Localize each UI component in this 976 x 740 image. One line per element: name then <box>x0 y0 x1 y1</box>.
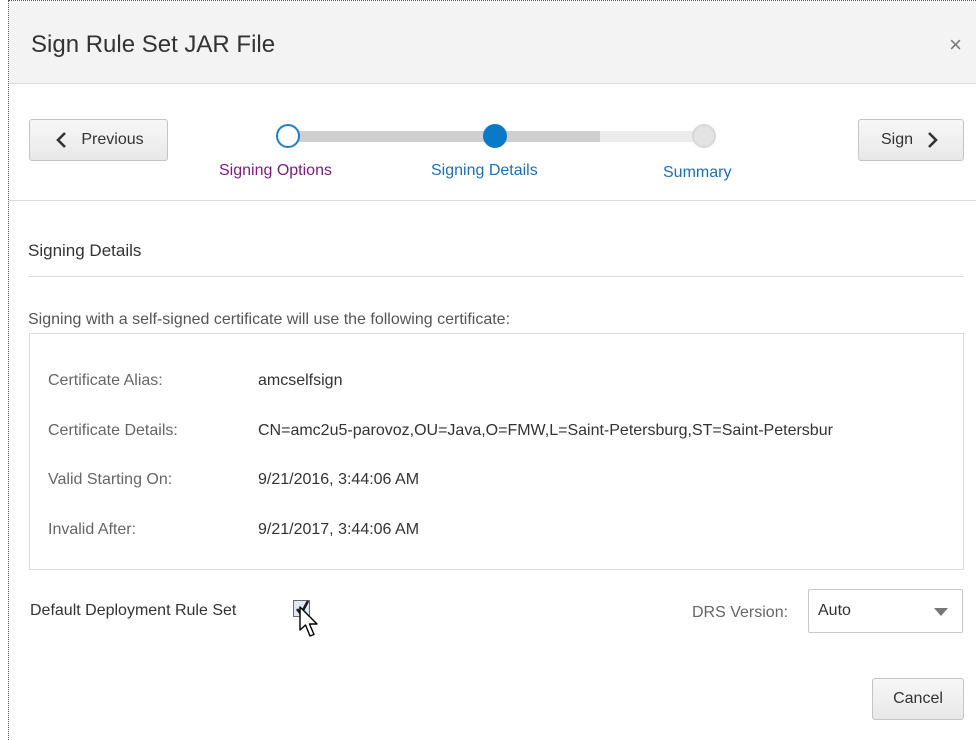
drs-version-select[interactable]: Auto <box>808 589 963 633</box>
invalid-after-value: 9/21/2017, 3:44:06 AM <box>258 521 420 538</box>
sign-button[interactable]: Sign <box>858 119 964 161</box>
section-divider <box>28 276 964 277</box>
dialog-title: Sign Rule Set JAR File <box>31 31 276 58</box>
wizard-train: Previous Signing Options Signing Details… <box>9 84 976 201</box>
mouse-pointer-icon <box>299 606 318 637</box>
drs-version-label: DRS Version: <box>692 604 789 621</box>
intro-text: Signing with a self-signed certificate w… <box>28 311 511 328</box>
default-deployment-rule-set-label: Default Deployment Rule Set <box>30 602 237 619</box>
valid-starting-label: Valid Starting On: <box>48 471 173 488</box>
step-dot-signing-options[interactable] <box>276 124 300 148</box>
cancel-button[interactable]: Cancel <box>872 678 964 720</box>
certificate-alias-value: amcselfsign <box>258 372 343 389</box>
section-title: Signing Details <box>28 241 142 260</box>
certificate-panel: Certificate Alias: amcselfsign Certifica… <box>29 333 964 570</box>
valid-starting-value: 9/21/2016, 3:44:06 AM <box>258 471 420 488</box>
train-track-remaining <box>600 131 704 142</box>
invalid-after-label: Invalid After: <box>48 521 137 538</box>
step-dot-summary[interactable] <box>692 124 716 148</box>
step-signing-options[interactable]: Signing Options <box>219 162 332 180</box>
train-track-completed <box>288 131 500 142</box>
dialog-header: Sign Rule Set JAR File × <box>9 1 976 84</box>
chevron-left-icon <box>56 132 67 148</box>
train-track-current <box>500 131 600 142</box>
chevron-right-icon <box>928 132 938 148</box>
sign-rule-set-dialog: Sign Rule Set JAR File × Previous Signin… <box>8 0 976 740</box>
certificate-details-label: Certificate Details: <box>48 422 178 439</box>
certificate-alias-label: Certificate Alias: <box>48 372 163 389</box>
step-signing-details[interactable]: Signing Details <box>431 162 538 180</box>
dropdown-caret-icon <box>934 608 948 616</box>
step-dot-signing-details[interactable] <box>483 124 507 148</box>
previous-button[interactable]: Previous <box>29 119 168 161</box>
close-icon[interactable]: × <box>949 34 962 56</box>
previous-label: Previous <box>81 131 144 148</box>
step-summary[interactable]: Summary <box>663 164 731 182</box>
sign-label: Sign <box>880 131 914 148</box>
certificate-details-value: CN=amc2u5-parovoz,OU=Java,O=FMW,L=Saint-… <box>258 422 833 439</box>
drs-version-value: Auto <box>818 602 851 619</box>
